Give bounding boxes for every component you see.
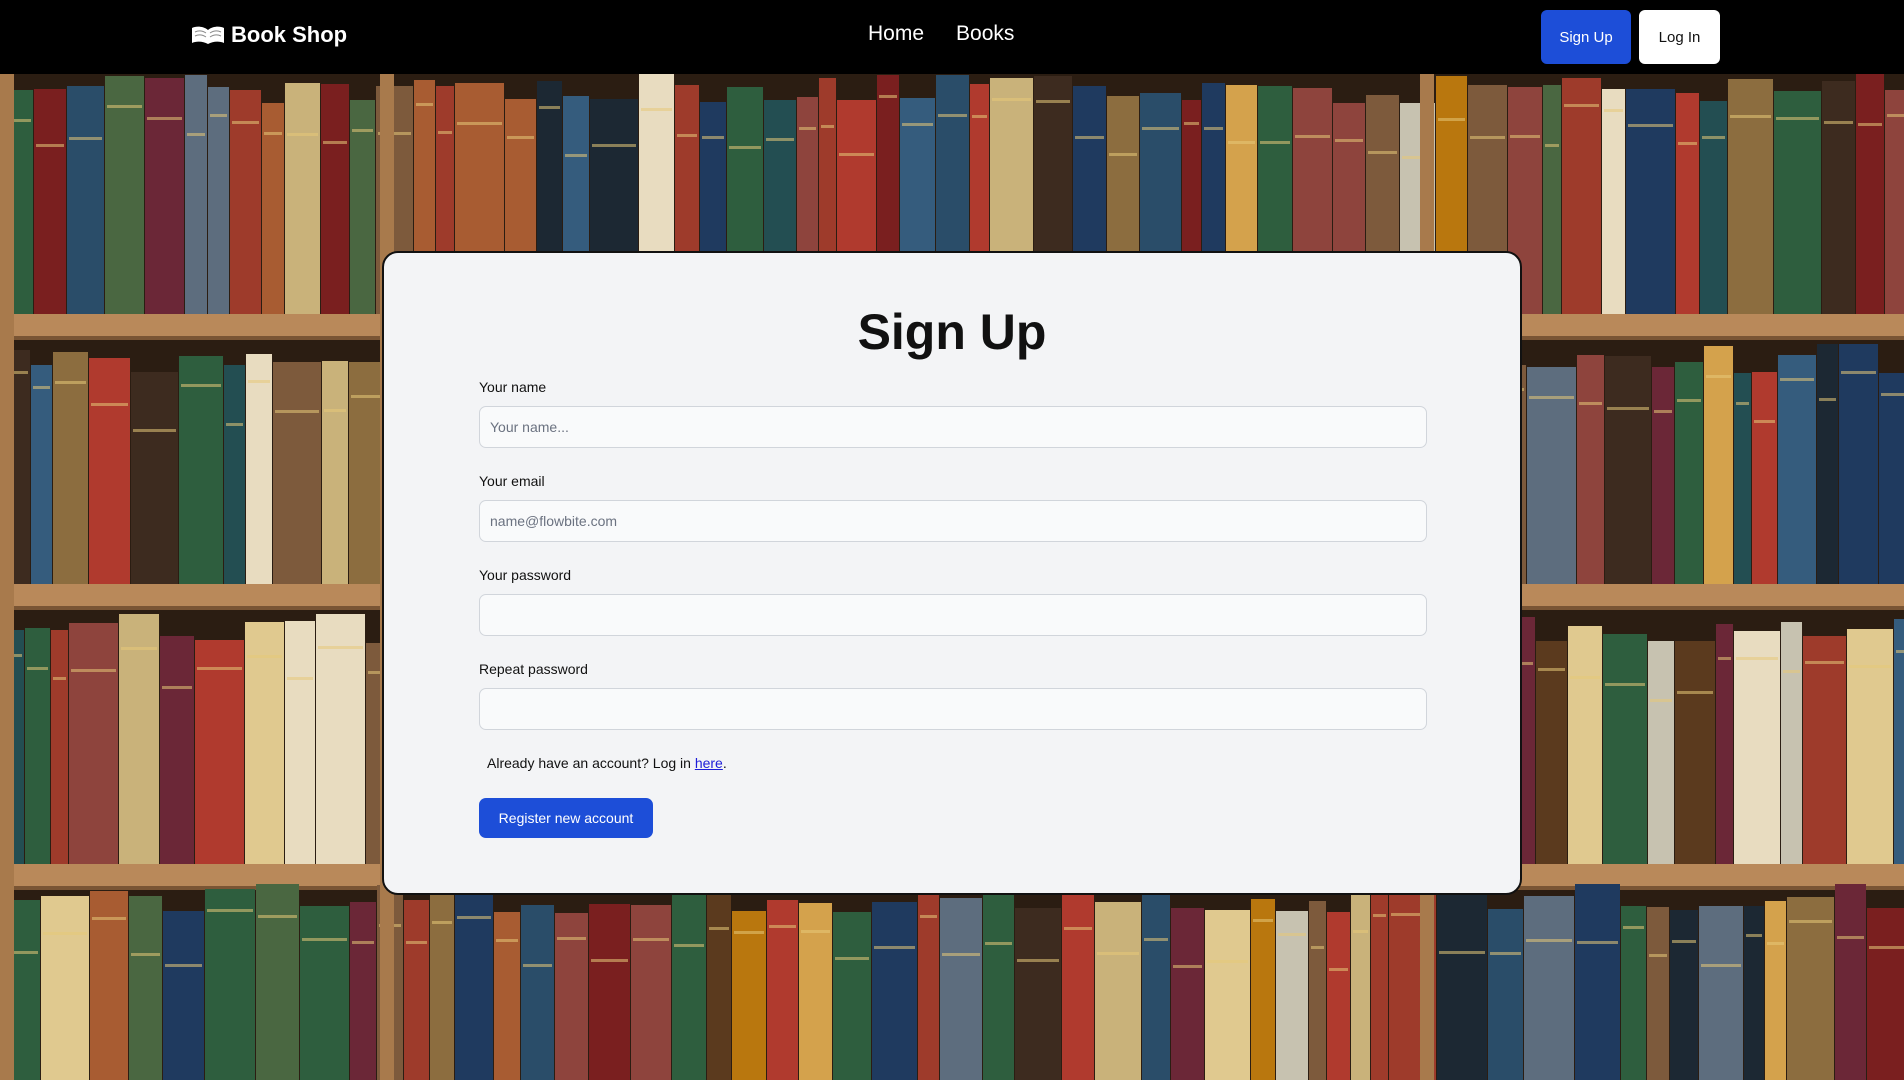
page-title: Sign Up <box>857 304 1047 360</box>
register-button[interactable]: Register new account <box>479 798 653 838</box>
email-label: Your email <box>479 473 545 489</box>
navbar: Book Shop Home Books Sign Up Log In <box>0 0 1904 74</box>
name-label: Your name <box>479 379 547 395</box>
repeat-password-input[interactable] <box>479 688 1427 730</box>
login-here-link[interactable]: here <box>695 755 723 771</box>
open-book-icon <box>192 26 224 44</box>
email-input[interactable] <box>479 500 1427 542</box>
login-button[interactable]: Log In <box>1639 10 1720 64</box>
login-hint-text: Already have an account? Log in <box>487 755 695 771</box>
signup-button[interactable]: Sign Up <box>1541 10 1631 64</box>
brand-link[interactable]: Book Shop <box>191 22 347 48</box>
signup-card: Sign Up Your name Your email Your passwo… <box>382 251 1522 895</box>
password-input[interactable] <box>479 594 1427 636</box>
login-hint: Already have an account? Log in here. <box>487 755 727 771</box>
nav-books-link[interactable]: Books <box>956 22 1014 46</box>
nav-home-link[interactable]: Home <box>868 22 924 46</box>
login-hint-suffix: . <box>722 755 727 771</box>
name-input[interactable] <box>479 406 1427 448</box>
brand-name: Book Shop <box>231 22 348 47</box>
password-label: Your password <box>479 567 572 583</box>
nav-links: Home Books <box>868 22 1014 46</box>
repeat-password-label: Repeat password <box>479 661 588 677</box>
